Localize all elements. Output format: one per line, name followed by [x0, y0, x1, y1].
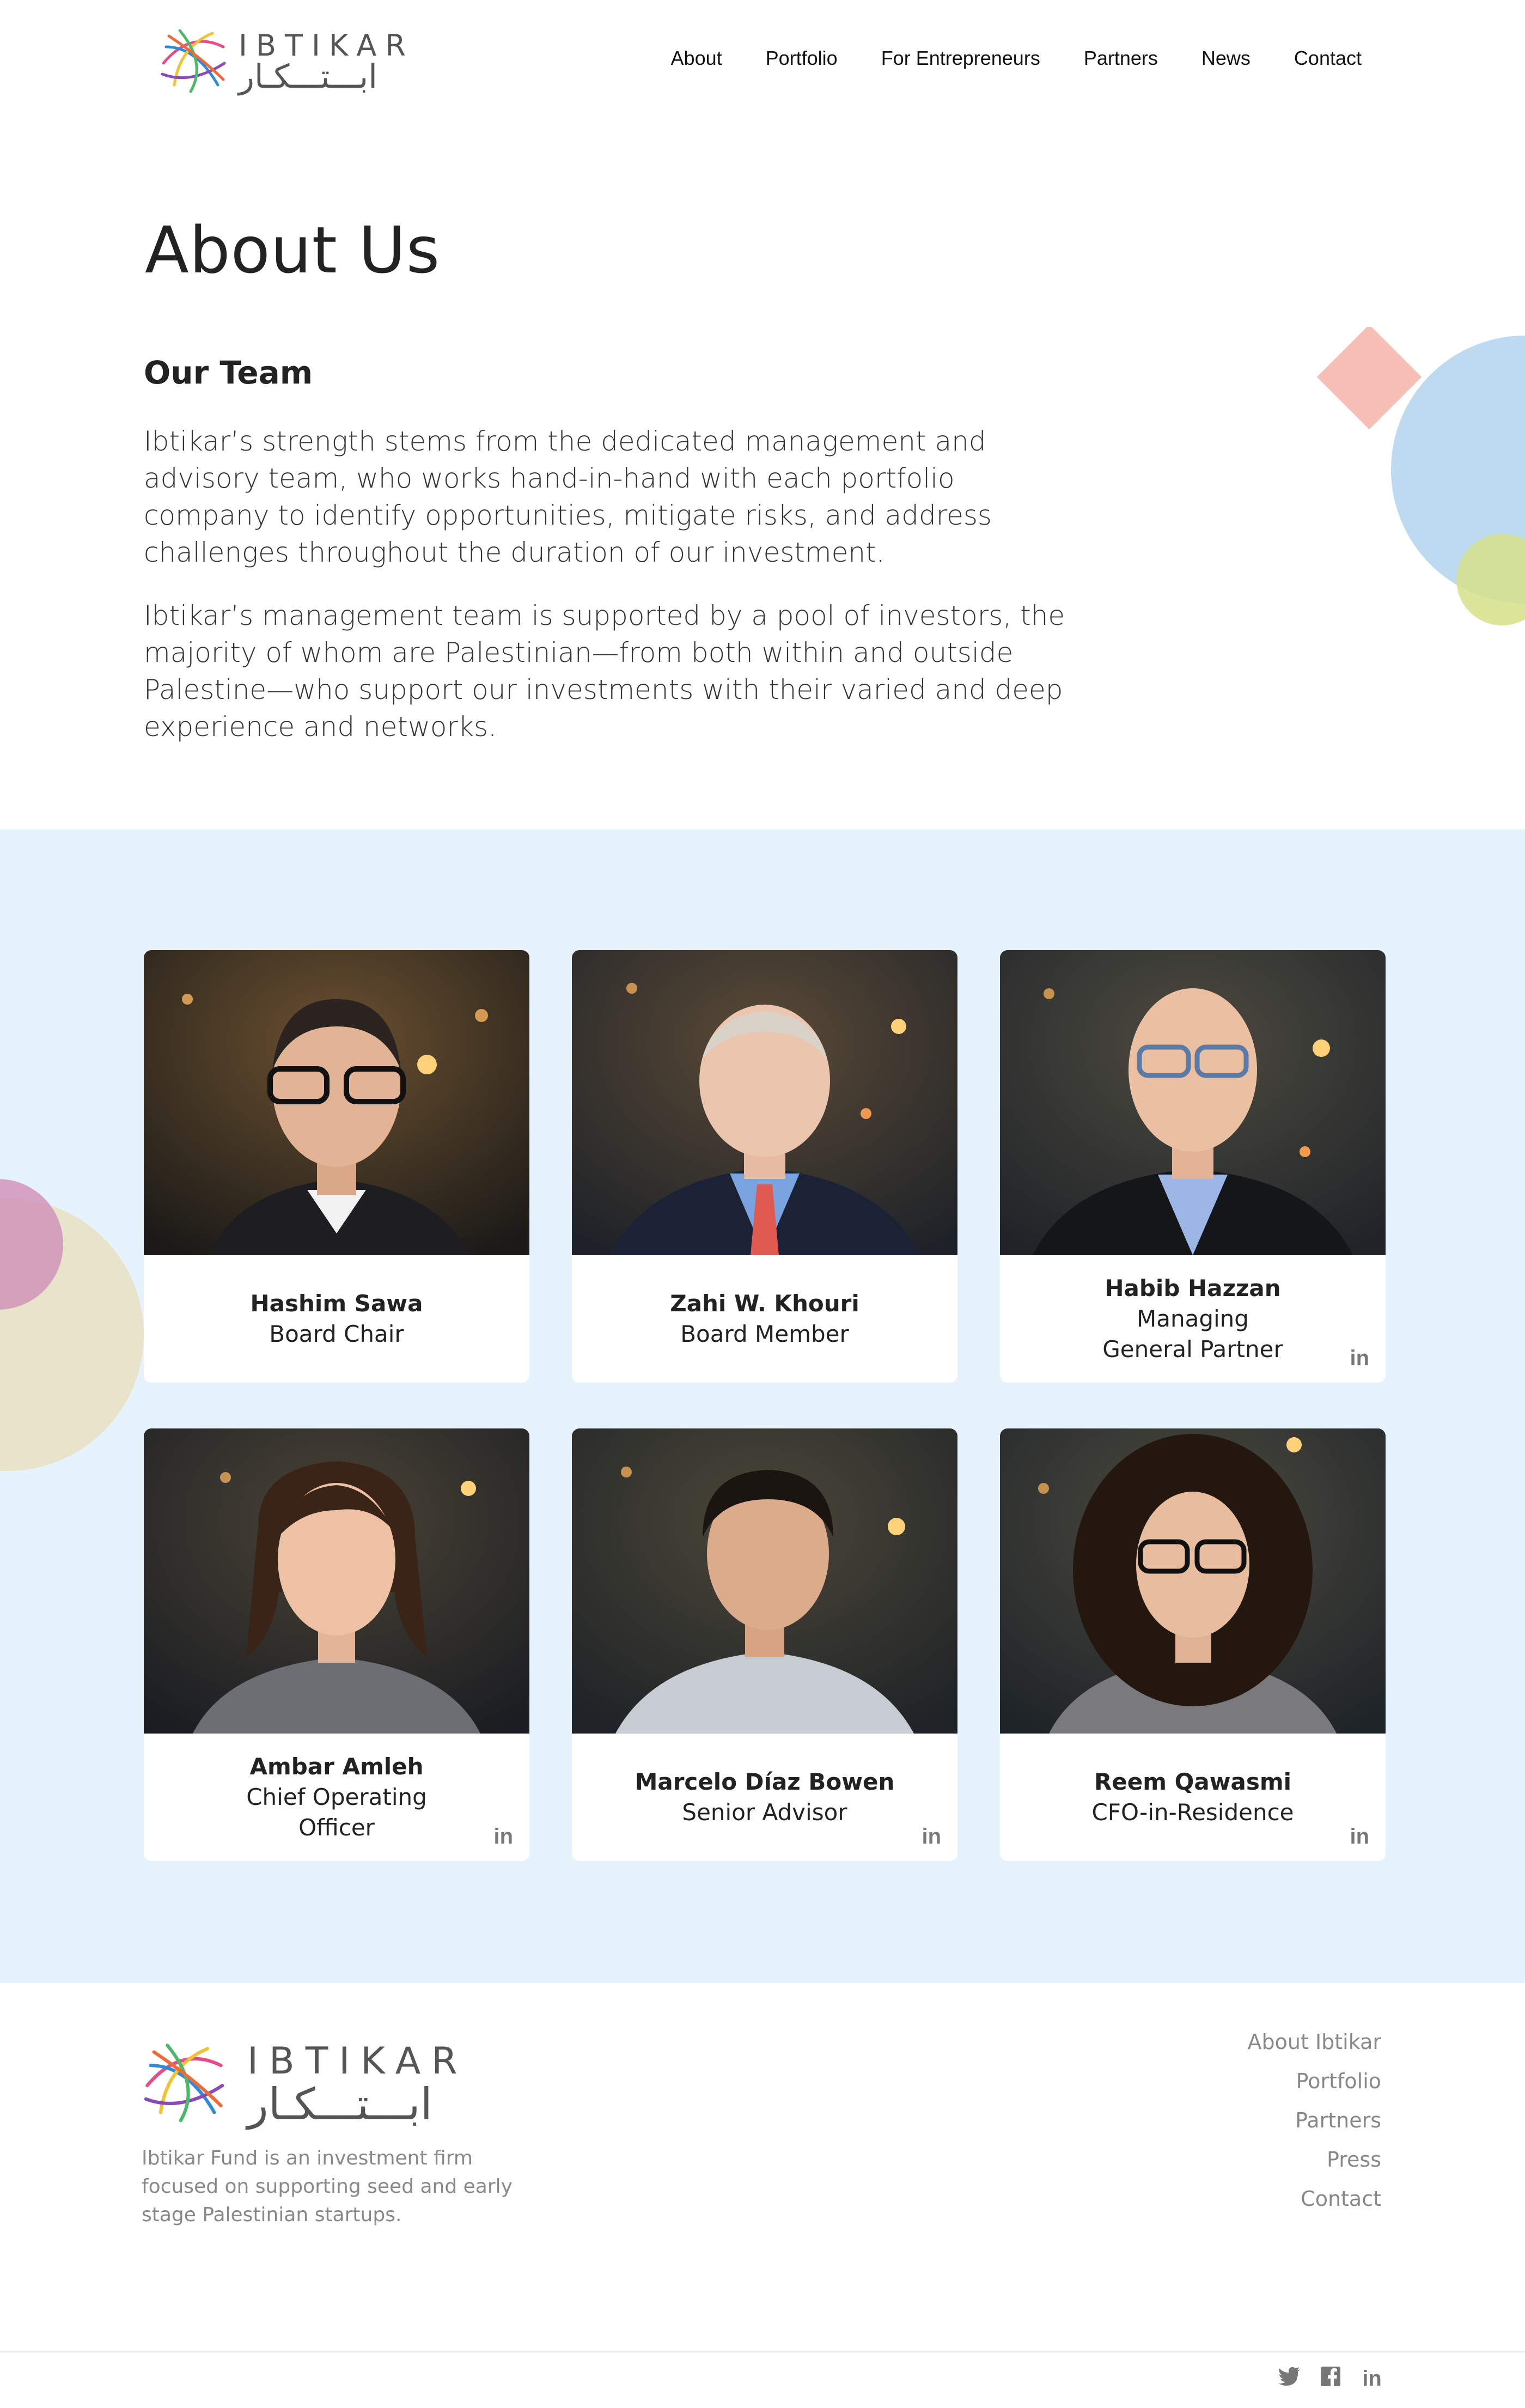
- nav-partners[interactable]: Partners: [1084, 47, 1158, 70]
- linkedin-icon[interactable]: in: [922, 1825, 941, 1849]
- member-role: CFO-in-Residence: [1091, 1799, 1294, 1826]
- member-role: Managing General Partner: [1102, 1305, 1283, 1363]
- social-links: in: [1278, 2367, 1383, 2392]
- team-photo: [572, 950, 957, 1255]
- nav-contact[interactable]: Contact: [1294, 47, 1362, 70]
- team-info: Ambar Amleh Chief Operating Officer in: [144, 1734, 529, 1861]
- team-photo: [1000, 950, 1386, 1255]
- footer-logo-text-en: IBTIKAR: [247, 2040, 468, 2083]
- footer-link-press[interactable]: Press: [1248, 2140, 1381, 2179]
- team-card[interactable]: Habib Hazzan Managing General Partner in: [1000, 950, 1386, 1383]
- decorative-shapes-left: [0, 1179, 144, 1471]
- team-section: Hashim Sawa Board Chair Zahi W. Khouri B…: [0, 829, 1525, 1983]
- member-name: Ambar Amleh: [249, 1753, 424, 1780]
- footer-link-contact[interactable]: Contact: [1248, 2179, 1381, 2218]
- linkedin-icon[interactable]: in: [1361, 2367, 1383, 2392]
- nav-for-entrepreneurs[interactable]: For Entrepreneurs: [881, 47, 1040, 70]
- linkedin-icon[interactable]: in: [1350, 1825, 1369, 1849]
- team-card[interactable]: Ambar Amleh Chief Operating Officer in: [144, 1428, 529, 1861]
- footer-nav: About Ibtikar Portfolio Partners Press C…: [1248, 2022, 1381, 2218]
- intro-paragraph-2: Ibtikar’s management team is supported b…: [144, 600, 1065, 743]
- member-name: Reem Qawasmi: [1094, 1768, 1292, 1795]
- member-name: Habib Hazzan: [1105, 1275, 1281, 1302]
- footer-logo-text-ar: ابـــتـــكـار: [247, 2079, 432, 2130]
- team-card[interactable]: Reem Qawasmi CFO-in-Residence in: [1000, 1428, 1386, 1861]
- logo-mark-icon: [161, 29, 226, 93]
- nav-portfolio[interactable]: Portfolio: [766, 47, 838, 70]
- team-photo: [144, 950, 529, 1255]
- footer-divider: [0, 2351, 1525, 2352]
- member-role: Chief Operating Officer: [246, 1784, 427, 1841]
- member-name: Hashim Sawa: [250, 1290, 423, 1317]
- team-card[interactable]: Zahi W. Khouri Board Member: [572, 950, 957, 1383]
- footer-link-about[interactable]: About Ibtikar: [1248, 2022, 1381, 2062]
- footer-logo[interactable]: IBTIKAR ابـــتـــكـار: [141, 2039, 457, 2131]
- nav-news[interactable]: News: [1201, 47, 1250, 70]
- facebook-icon[interactable]: [1319, 2367, 1342, 2392]
- linkedin-icon[interactable]: in: [1350, 1346, 1369, 1371]
- member-name: Zahi W. Khouri: [670, 1290, 859, 1317]
- section-title: Our Team: [144, 354, 313, 391]
- team-card[interactable]: Hashim Sawa Board Chair: [144, 950, 529, 1383]
- footer-link-partners[interactable]: Partners: [1248, 2101, 1381, 2140]
- page-title: About Us: [145, 212, 441, 288]
- team-photo: [144, 1428, 529, 1734]
- team-info: Marcelo Díaz Bowen Senior Advisor in: [572, 1734, 957, 1861]
- member-role: Board Member: [680, 1321, 849, 1347]
- intro-paragraph-1: Ibtikar’s strength stems from the dedica…: [144, 425, 992, 568]
- team-photo: [572, 1428, 957, 1734]
- team-photo: [1000, 1428, 1386, 1734]
- footer-description: Ibtikar Fund is an investment firm focus…: [142, 2147, 513, 2226]
- member-role: Senior Advisor: [682, 1799, 847, 1826]
- ibtikar-logo[interactable]: IBTIKAR ابـــتـــكـار: [158, 25, 406, 96]
- main-nav: About Portfolio For Entrepreneurs Partne…: [627, 47, 1362, 70]
- site-header: IBTIKAR ابـــتـــكـار About Portfolio Fo…: [0, 0, 1525, 125]
- member-name: Marcelo Díaz Bowen: [635, 1768, 895, 1795]
- team-info: Hashim Sawa Board Chair: [144, 1255, 529, 1383]
- linkedin-icon[interactable]: in: [493, 1825, 513, 1849]
- logo-mark-icon: [144, 2044, 224, 2123]
- team-info: Habib Hazzan Managing General Partner in: [1000, 1255, 1386, 1383]
- footer-link-portfolio[interactable]: Portfolio: [1248, 2062, 1381, 2101]
- twitter-icon[interactable]: [1278, 2367, 1301, 2392]
- team-card[interactable]: Marcelo Díaz Bowen Senior Advisor in: [572, 1428, 957, 1861]
- logo-text-ar: ابـــتـــكـار: [239, 58, 377, 96]
- team-info: Reem Qawasmi CFO-in-Residence in: [1000, 1734, 1386, 1861]
- nav-about[interactable]: About: [671, 47, 722, 70]
- decorative-shapes-right: [1316, 327, 1525, 625]
- team-info: Zahi W. Khouri Board Member: [572, 1255, 957, 1383]
- member-role: Board Chair: [269, 1321, 404, 1347]
